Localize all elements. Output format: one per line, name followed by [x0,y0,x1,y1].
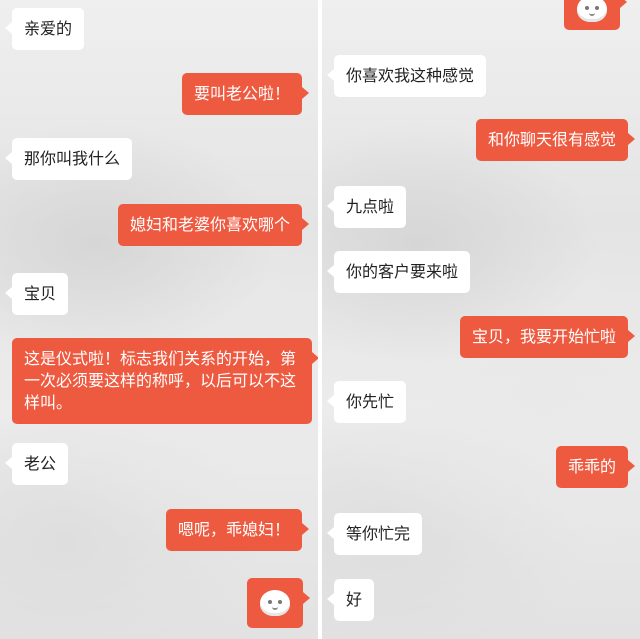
message-bubble-incoming[interactable]: 九点啦 [326,186,407,228]
chat-panel-left[interactable]: 亲爱的 要叫老公啦！ 那你叫我什么 媳妇和老婆你喜欢哪个 宝贝 这是仪式啦！标志… [0,0,318,639]
message-bubble-outgoing[interactable]: 这是仪式啦！标志我们关系的开始，第一次必须要这样的称呼，以后可以不这样叫。 [12,338,318,424]
message-bubble-incoming[interactable]: 你先忙 [326,381,407,423]
message-bubble-outgoing[interactable]: 媳妇和老婆你喜欢哪个 [117,204,310,246]
message-bubble-outgoing[interactable]: 嗯呢，乖媳妇！ [165,509,310,551]
message-bubble-incoming[interactable]: 你的客户要来啦 [326,251,471,293]
message-bubble-incoming[interactable]: 好 [326,579,375,621]
message-bubble-incoming[interactable]: 你喜欢我这种感觉 [326,55,487,97]
message-bubble-incoming[interactable]: 宝贝 [4,273,69,315]
message-bubble-outgoing[interactable]: 乖乖的 [555,446,636,488]
message-bubble-outgoing-sticker[interactable] [247,578,310,628]
message-bubble-outgoing[interactable]: 和你聊天很有感觉 [475,119,636,161]
screenshot-collage: 亲爱的 要叫老公啦！ 那你叫我什么 媳妇和老婆你喜欢哪个 宝贝 这是仪式啦！标志… [0,0,640,639]
chat-panel-right[interactable]: 你喜欢我这种感觉 和你聊天很有感觉 九点啦 你的客户要来啦 宝贝，我要开始忙啦 … [322,0,640,639]
message-bubble-incoming[interactable]: 等你忙完 [326,513,423,555]
smiling-face-sticker-icon [577,0,607,22]
message-bubble-outgoing-sticker[interactable] [564,0,627,30]
smiling-face-sticker-icon [260,590,290,616]
message-bubble-outgoing[interactable]: 宝贝，我要开始忙啦 [459,316,636,358]
message-bubble-incoming[interactable]: 亲爱的 [4,8,85,50]
message-bubble-incoming[interactable]: 老公 [4,443,69,485]
message-bubble-incoming[interactable]: 那你叫我什么 [4,138,133,180]
message-bubble-outgoing[interactable]: 要叫老公啦！ [181,73,310,115]
